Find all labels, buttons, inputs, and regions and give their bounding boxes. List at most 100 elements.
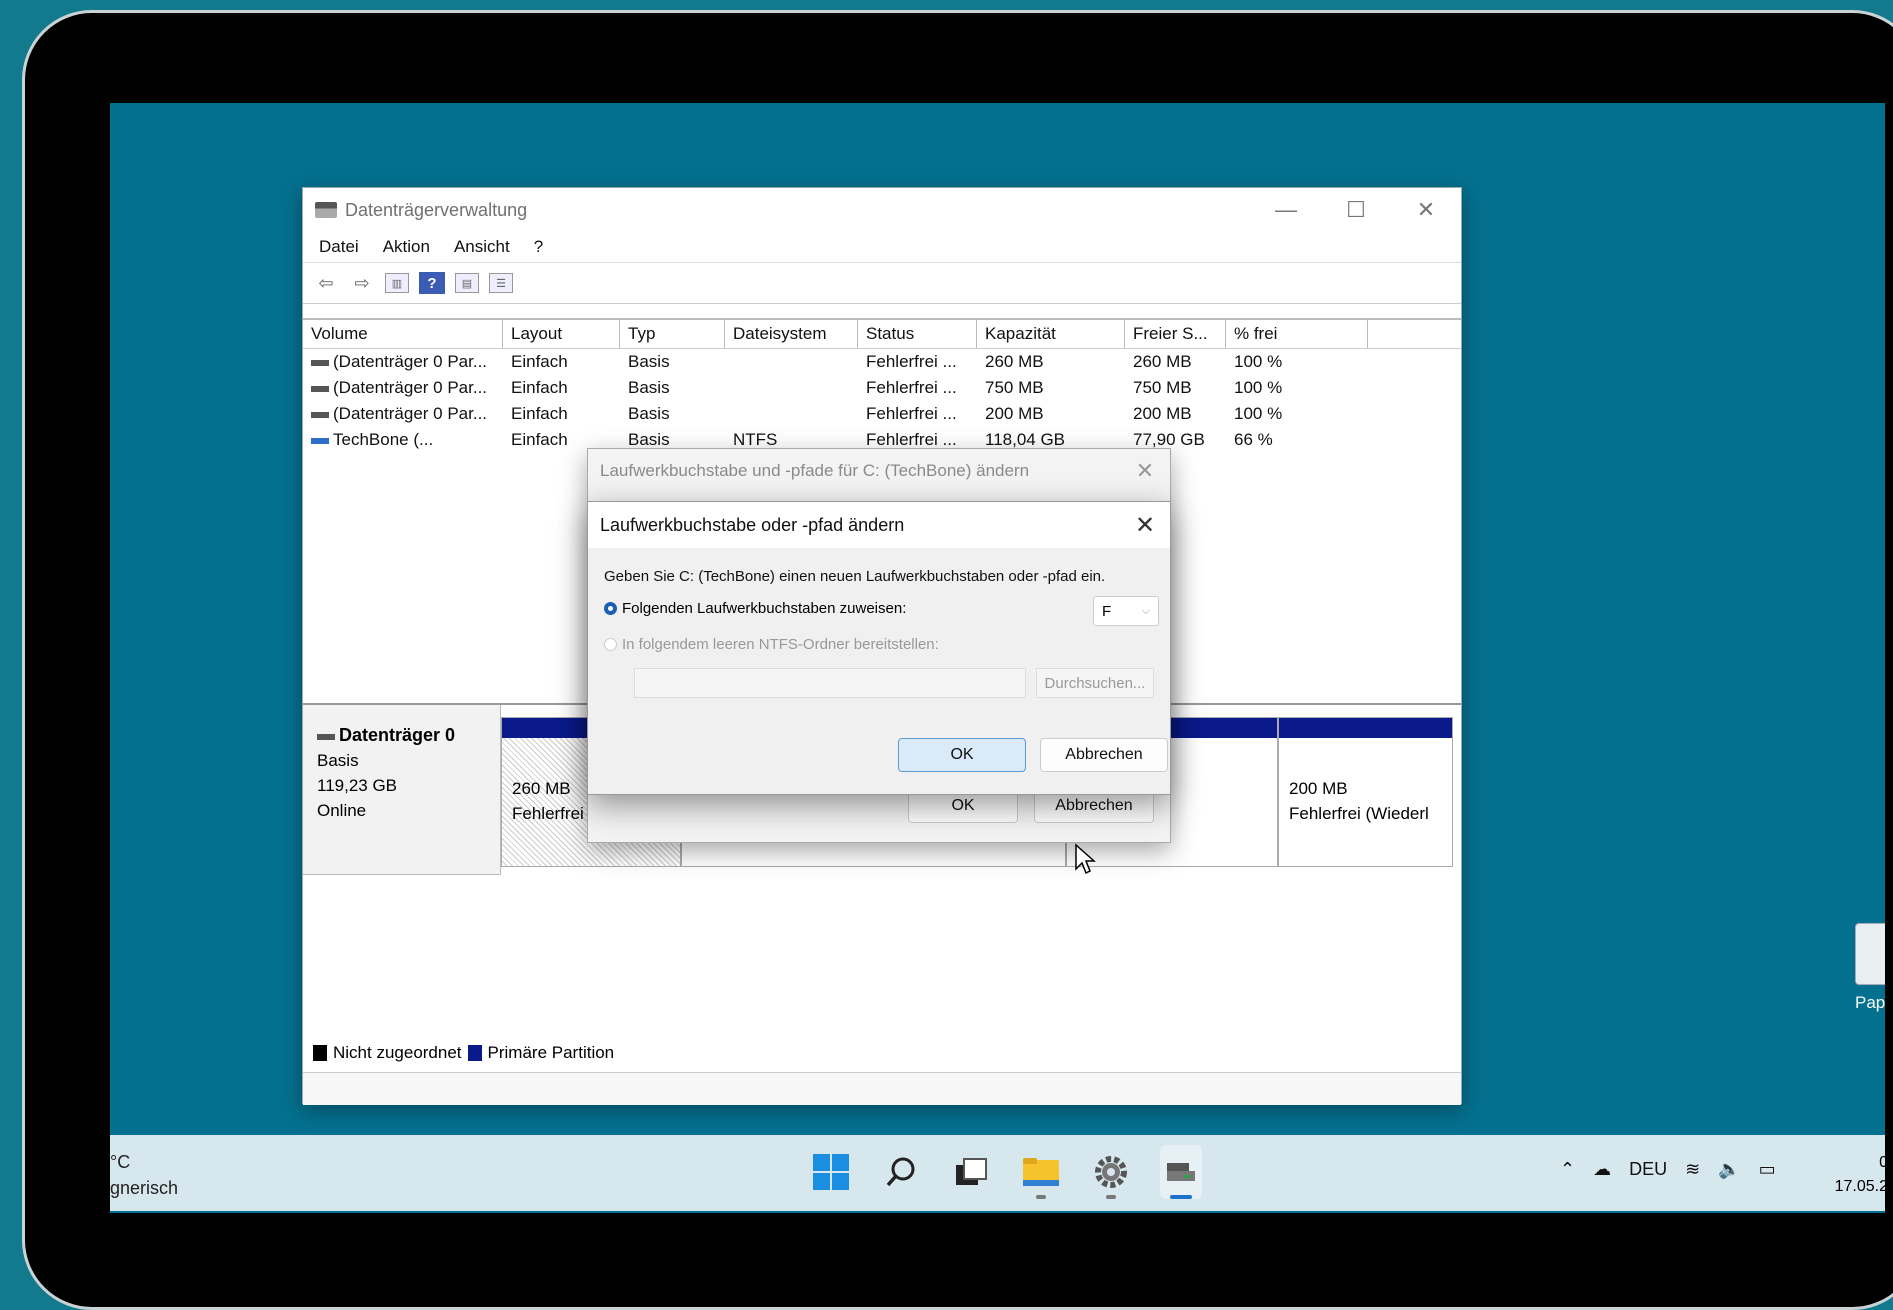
col-volume[interactable]: Volume bbox=[303, 320, 503, 348]
back-arrow-icon[interactable]: ⇦ bbox=[313, 272, 339, 294]
menu-ansicht[interactable]: Ansicht bbox=[454, 237, 510, 257]
cell-capacity: 118,04 GB bbox=[985, 430, 1066, 449]
task-view-icon bbox=[956, 1158, 987, 1185]
disk-info[interactable]: Datenträger 0 Basis 119,23 GB Online bbox=[303, 705, 501, 875]
partition-recovery-2[interactable]: 200 MB Fehlerfrei (Wiederl bbox=[1278, 717, 1453, 867]
system-tray: ⌃ ☁ DEU ≋ 🔈 ▭ bbox=[1560, 1159, 1776, 1180]
help-icon[interactable]: ? bbox=[419, 272, 445, 294]
clock-date: 17.05.2 bbox=[1834, 1178, 1885, 1195]
partition-status: Fehlerfrei (Wiederl bbox=[1289, 804, 1429, 823]
folder-icon bbox=[1023, 1158, 1059, 1186]
drive-letter-value: F bbox=[1102, 602, 1112, 620]
cell-type: Basis bbox=[628, 404, 670, 423]
weather-temp: °C bbox=[110, 1152, 131, 1172]
minimize-button[interactable]: — bbox=[1251, 197, 1321, 223]
back-dialog-close-icon[interactable]: ✕ bbox=[1120, 458, 1170, 484]
cell-layout: Einfach bbox=[511, 430, 568, 449]
disk-icon bbox=[317, 733, 335, 740]
radio-mount-folder[interactable]: In folgendem leeren NTFS-Ordner bereitst… bbox=[604, 636, 939, 653]
weather-condition: gnerisch bbox=[110, 1178, 179, 1198]
disk-size: 119,23 GB bbox=[317, 776, 398, 795]
language-indicator[interactable]: DEU bbox=[1629, 1159, 1667, 1180]
title-bar: Datenträgerverwaltung — ☐ ✕ bbox=[303, 188, 1461, 232]
close-button[interactable]: ✕ bbox=[1391, 197, 1461, 223]
cell-filesystem: NTFS bbox=[733, 430, 778, 449]
device-frame: Datenträgerverwaltung — ☐ ✕ Datei Aktion… bbox=[22, 10, 1893, 1310]
search-icon bbox=[886, 1157, 915, 1187]
drive-letter-select[interactable]: F ⌵ bbox=[1093, 596, 1159, 626]
col-type[interactable]: Typ bbox=[620, 320, 725, 348]
cell-capacity: 260 MB bbox=[985, 352, 1044, 371]
recycle-bin-label: Papie bbox=[1855, 993, 1885, 1012]
col-percent-free[interactable]: % frei bbox=[1226, 320, 1368, 348]
clock-time: 0 bbox=[1879, 1154, 1885, 1171]
volume-icon[interactable]: 🔈 bbox=[1718, 1159, 1740, 1180]
cell-layout: Einfach bbox=[511, 404, 568, 423]
col-free-space[interactable]: Freier S... bbox=[1125, 320, 1226, 348]
weather-widget[interactable]: °C gnerisch bbox=[110, 1149, 178, 1201]
disk-type: Basis bbox=[317, 751, 359, 770]
cell-percent: 100 % bbox=[1234, 404, 1283, 423]
disk-management-icon bbox=[315, 202, 337, 218]
folder-path-input[interactable] bbox=[634, 668, 1026, 698]
taskbar: °C gnerisch ⌃ ☁ DEU ≋ 🔈 ▭ 0 17.05.2 bbox=[110, 1135, 1885, 1211]
table-row[interactable]: (Datenträger 0 Par... Einfach Basis Fehl… bbox=[303, 349, 1461, 375]
settings-button[interactable] bbox=[1090, 1145, 1132, 1199]
running-indicator bbox=[1036, 1195, 1046, 1199]
legend: Nicht zugeordnet Primäre Partition bbox=[313, 1043, 614, 1063]
col-filesystem[interactable]: Dateisystem bbox=[725, 320, 858, 348]
cell-volume: (Datenträger 0 Par... bbox=[333, 404, 488, 423]
wifi-icon[interactable]: ≋ bbox=[1685, 1159, 1700, 1180]
disk-name: Datenträger 0 bbox=[339, 725, 456, 745]
volume-icon bbox=[311, 411, 329, 418]
forward-arrow-icon[interactable]: ⇨ bbox=[349, 272, 375, 294]
back-dialog-title: Laufwerkbuchstabe und -pfade für C: (Tec… bbox=[600, 461, 1030, 480]
table-row[interactable]: (Datenträger 0 Par... Einfach Basis Fehl… bbox=[303, 401, 1461, 427]
table-row[interactable]: (Datenträger 0 Par... Einfach Basis Fehl… bbox=[303, 375, 1461, 401]
desktop: Datenträgerverwaltung — ☐ ✕ Datei Aktion… bbox=[110, 103, 1885, 1213]
ok-button[interactable]: OK bbox=[898, 738, 1026, 772]
volume-icon bbox=[311, 437, 329, 444]
maximize-button[interactable]: ☐ bbox=[1321, 197, 1391, 223]
onedrive-icon[interactable]: ☁ bbox=[1593, 1159, 1611, 1180]
cancel-button[interactable]: Abbrechen bbox=[1040, 738, 1168, 772]
cell-type: Basis bbox=[628, 378, 670, 397]
chevron-up-icon[interactable]: ⌃ bbox=[1560, 1159, 1575, 1180]
search-button[interactable] bbox=[880, 1145, 922, 1199]
disk-management-taskbar-button[interactable] bbox=[1160, 1145, 1202, 1199]
task-view-button[interactable] bbox=[950, 1145, 992, 1199]
radio-assign-letter[interactable]: Folgenden Laufwerkbuchstaben zuweisen: bbox=[604, 600, 906, 617]
col-capacity[interactable]: Kapazität bbox=[977, 320, 1125, 348]
cell-capacity: 750 MB bbox=[985, 378, 1044, 397]
dialog-title: Laufwerkbuchstabe oder -pfad ändern bbox=[600, 514, 905, 535]
file-explorer-button[interactable] bbox=[1020, 1145, 1062, 1199]
menu-aktion[interactable]: Aktion bbox=[383, 237, 430, 257]
change-drive-letter-dialog: Laufwerkbuchstabe oder -pfad ändern ✕ Ge… bbox=[587, 501, 1171, 795]
dialog-close-icon[interactable]: ✕ bbox=[1120, 511, 1170, 540]
volume-icon bbox=[311, 359, 329, 366]
recycle-bin[interactable]: Papie bbox=[1855, 923, 1885, 1013]
clock[interactable]: 0 17.05.2 bbox=[1828, 1151, 1885, 1199]
cell-status: Fehlerfrei ... bbox=[866, 352, 957, 371]
start-button[interactable] bbox=[810, 1145, 852, 1199]
cell-free: 200 MB bbox=[1133, 404, 1192, 423]
radio-selected-icon[interactable] bbox=[604, 602, 617, 615]
cell-layout: Einfach bbox=[511, 378, 568, 397]
disk-state: Online bbox=[317, 801, 367, 820]
legend-unallocated-label: Nicht zugeordnet bbox=[333, 1043, 462, 1062]
recycle-bin-icon bbox=[1855, 923, 1885, 985]
properties-icon[interactable]: ☰ bbox=[489, 273, 513, 293]
toolbar: ⇦ ⇨ ▥ ? ▤ ☰ bbox=[303, 262, 1461, 304]
cell-status: Fehlerfrei ... bbox=[866, 430, 957, 449]
radio-unselected-icon[interactable] bbox=[604, 638, 617, 651]
menu-datei[interactable]: Datei bbox=[319, 237, 359, 257]
action-pane-icon[interactable]: ▤ bbox=[455, 273, 479, 293]
browse-button[interactable]: Durchsuchen... bbox=[1036, 668, 1154, 698]
col-layout[interactable]: Layout bbox=[503, 320, 620, 348]
col-status[interactable]: Status bbox=[858, 320, 977, 348]
battery-icon[interactable]: ▭ bbox=[1759, 1159, 1776, 1180]
menu-help[interactable]: ? bbox=[534, 237, 543, 257]
volume-list-header: Volume Layout Typ Dateisystem Status Kap… bbox=[303, 320, 1461, 349]
cell-free: 750 MB bbox=[1133, 378, 1192, 397]
console-tree-icon[interactable]: ▥ bbox=[385, 273, 409, 293]
